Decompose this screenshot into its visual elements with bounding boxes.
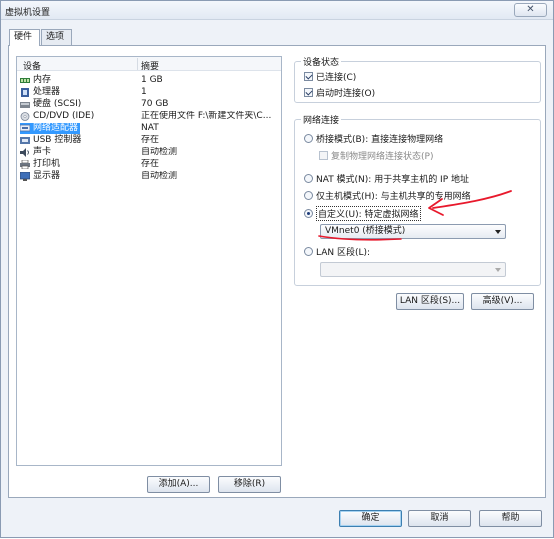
network-connection-title: 网络连接 (301, 113, 342, 126)
custom-radio[interactable]: 自定义(U): 特定虚拟网络 (304, 206, 421, 221)
cancel-button[interactable]: 取消 (408, 510, 471, 527)
device-name: 处理器 (33, 87, 61, 97)
host-only-label: 仅主机模式(H): 与主机共享的专用网络 (316, 192, 471, 202)
lan-segment-radio[interactable]: LAN 区段(L): (304, 245, 370, 258)
connected-label: 已连接(C) (316, 73, 357, 83)
device-status-group: 设备状态 已连接(C) 启动时连接(O) (294, 55, 541, 103)
device-list-header: 设备 摘要 (17, 57, 281, 72)
device-row-memory[interactable]: 内存 1 GB (17, 75, 281, 86)
nat-radio[interactable]: NAT 模式(N): 用于共享主机的 IP 地址 (304, 172, 469, 185)
cd-dvd-icon (20, 112, 30, 121)
device-row-hard-disk[interactable]: 硬盘 (SCSI) 70 GB (17, 99, 281, 110)
nat-label: NAT 模式(N): 用于共享主机的 IP 地址 (316, 175, 470, 185)
column-header-device[interactable]: 设备 (23, 59, 41, 72)
device-row-cd-dvd[interactable]: CD/DVD (IDE) 正在使用文件 F:\新建文件夹\C... (17, 111, 281, 122)
device-summary: 1 GB (141, 75, 163, 85)
ok-button[interactable]: 确定 (339, 510, 402, 527)
checkbox-disabled-icon (319, 151, 328, 160)
device-name: CD/DVD (IDE) (33, 111, 95, 121)
connected-checkbox[interactable]: 已连接(C) (304, 70, 356, 83)
device-summary: 正在使用文件 F:\新建文件夹\C... (141, 111, 272, 121)
advanced-button[interactable]: 高级(V)... (471, 293, 534, 310)
checkbox-checked-icon (304, 88, 313, 97)
host-only-radio[interactable]: 仅主机模式(H): 与主机共享的专用网络 (304, 189, 471, 202)
device-status-title: 设备状态 (301, 55, 342, 68)
custom-label: 自定义(U): 特定虚拟网络 (316, 206, 421, 221)
printer-icon (20, 159, 30, 170)
connect-at-power-on-label: 启动时连接(O) (316, 89, 376, 99)
close-button[interactable]: ✕ (514, 3, 547, 17)
memory-icon (20, 76, 30, 85)
display-icon (19, 171, 31, 181)
connect-at-power-on-checkbox[interactable]: 启动时连接(O) (304, 86, 375, 99)
device-row-processor[interactable]: 处理器 1 (17, 87, 281, 98)
device-summary: 自动检测 (141, 171, 178, 181)
lan-segment-select[interactable] (320, 262, 506, 277)
device-summary: 存在 (141, 135, 160, 145)
radio-unselected-icon (304, 134, 313, 143)
column-header-summary[interactable]: 摘要 (141, 59, 159, 72)
device-name: 硬盘 (SCSI) (33, 99, 82, 109)
network-adapter-icon (19, 124, 31, 133)
device-row-usb-controller[interactable]: USB 控制器 存在 (17, 135, 281, 146)
device-row-network-adapter[interactable]: 网络适配器 NAT (17, 123, 281, 134)
help-button[interactable]: 帮助 (479, 510, 542, 527)
checkbox-checked-icon (304, 72, 313, 81)
remove-device-button[interactable]: 移除(R) (218, 476, 281, 493)
add-device-button[interactable]: 添加(A)... (147, 476, 210, 493)
device-summary: 存在 (141, 159, 160, 169)
device-name: 网络适配器 (33, 123, 79, 133)
chevron-down-icon (495, 230, 501, 234)
window-title: 虚拟机设置 (5, 8, 51, 18)
network-connection-group: 网络连接 桥接模式(B): 直接连接物理网络 复制物理网络连接状态(P) NAT… (294, 113, 541, 286)
bridged-label: 桥接模式(B): 直接连接物理网络 (316, 135, 444, 145)
column-separator[interactable] (137, 58, 138, 70)
lan-segment-label: LAN 区段(L): (316, 248, 371, 258)
device-summary: 1 (141, 87, 147, 97)
replicate-state-label: 复制物理网络连接状态(P) (331, 152, 434, 162)
tab-hardware[interactable]: 硬件 (9, 29, 40, 46)
lan-segments-button[interactable]: LAN 区段(S)... (396, 293, 464, 310)
hard-disk-icon (20, 100, 30, 109)
device-summary: 70 GB (141, 99, 169, 109)
device-list[interactable]: 设备 摘要 内存 1 GB 处理器 1 硬盘 (SCSI) 70 GB CD/D… (16, 56, 282, 466)
radio-unselected-icon (304, 174, 313, 183)
custom-network-select[interactable]: VMnet0 (桥接模式) (320, 224, 506, 239)
vm-settings-window: 虚拟机设置 ✕ 硬件 选项 设备 摘要 内存 1 GB 处理器 1 硬盘 (SC… (0, 0, 554, 538)
device-row-sound-card[interactable]: 声卡 自动检测 (17, 147, 281, 158)
device-name: 内存 (33, 75, 52, 85)
device-row-printer[interactable]: 打印机 存在 (17, 159, 281, 170)
radio-unselected-icon (304, 247, 313, 256)
bridged-radio[interactable]: 桥接模式(B): 直接连接物理网络 (304, 132, 443, 145)
device-summary: NAT (141, 123, 159, 133)
device-row-display[interactable]: 显示器 自动检测 (17, 171, 281, 182)
processor-icon (20, 88, 30, 97)
device-name: 声卡 (33, 147, 52, 157)
replicate-state-checkbox[interactable]: 复制物理网络连接状态(P) (319, 149, 433, 162)
tab-options[interactable]: 选项 (41, 29, 72, 45)
usb-icon (20, 136, 30, 145)
device-name: USB 控制器 (33, 135, 82, 145)
chevron-down-icon (495, 268, 501, 272)
device-name: 打印机 (33, 159, 61, 169)
title-bar: 虚拟机设置 ✕ (1, 1, 553, 20)
radio-selected-icon (304, 209, 313, 218)
custom-network-value: VMnet0 (桥接模式) (325, 226, 406, 236)
sound-card-icon (20, 148, 30, 157)
radio-unselected-icon (304, 191, 313, 200)
device-summary: 自动检测 (141, 147, 178, 157)
close-icon: ✕ (526, 4, 535, 15)
device-name: 显示器 (33, 171, 61, 181)
